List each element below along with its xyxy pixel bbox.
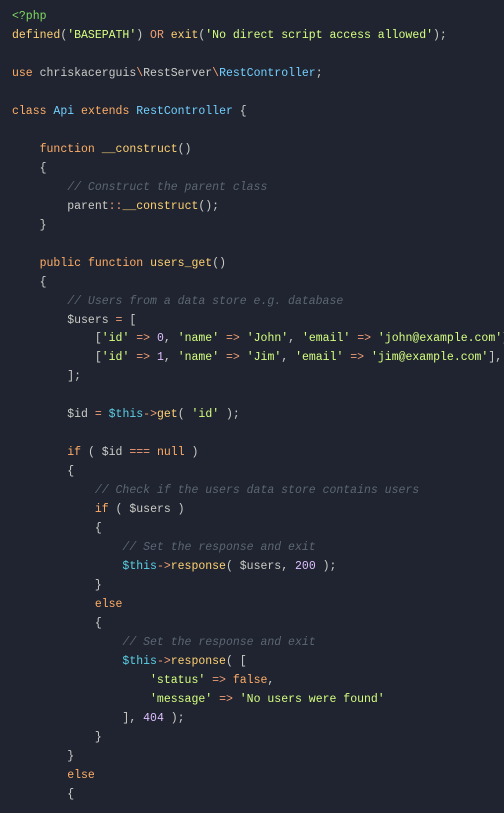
code-block: <?php defined('BASEPATH') OR exit('No di…	[12, 8, 492, 805]
php-open-tag: <?php	[12, 10, 47, 23]
comment: // Set the response and exit	[122, 541, 315, 554]
comment: // Construct the parent class	[67, 181, 267, 194]
fn-defined: defined	[12, 29, 60, 42]
comment: // Set the response and exit	[122, 636, 315, 649]
kw-function: function	[40, 143, 95, 156]
kw-use: use	[12, 67, 33, 80]
comment: // Users from a data store e.g. database	[67, 295, 343, 308]
kw-class: class	[12, 105, 47, 118]
comment: // Check if the users data store contain…	[95, 484, 419, 497]
